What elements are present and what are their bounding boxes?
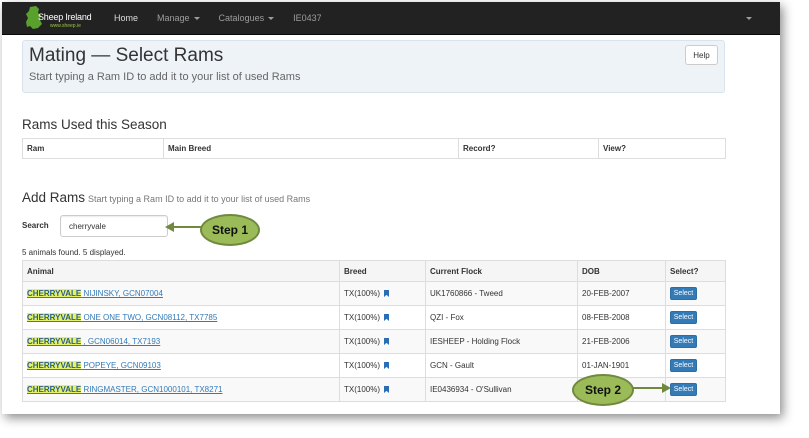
step2-arrow-line [633, 387, 663, 389]
search-highlight: CHERRYVALE [27, 289, 82, 298]
animal-name: RINGMASTER, GCN1000101, TX8271 [81, 385, 223, 394]
step1-arrow-line [173, 226, 201, 228]
breed-value: TX(100%) [344, 289, 381, 298]
breed-value: TX(100%) [344, 361, 381, 370]
search-input[interactable] [60, 215, 168, 237]
table-row: CHERRYVALE , GCN06014, TX7193 TX(100%) I… [22, 329, 726, 354]
add-rams-heading: Add Rams Start typing a Ram ID to add it … [22, 190, 310, 205]
rams-used-title: Rams Used this Season [22, 117, 167, 132]
animal-name: NIJINSKY, GCN07004 [81, 289, 163, 298]
breed-value: TX(100%) [344, 337, 381, 346]
select-button[interactable]: Select [670, 287, 697, 300]
select-button[interactable]: Select [670, 311, 697, 324]
animal-link[interactable]: CHERRYVALE POPEYE, GCN09103 [27, 361, 161, 370]
help-button[interactable]: Help [685, 45, 718, 65]
page-subtitle: Start typing a Ram ID to add it to your … [29, 71, 301, 83]
user-menu-chevron-icon[interactable] [746, 16, 752, 20]
nav-flock-id-label: IE04374 [293, 13, 322, 23]
animal-name: , GCN06014, TX7193 [81, 337, 161, 346]
table-header-row: Ram Main Breed Record? View? [22, 138, 726, 159]
column-header-select: Select? [665, 260, 726, 282]
flock-value: UK1760866 - Tweed [425, 281, 578, 306]
step2-arrow-head [662, 383, 671, 393]
results-count: 5 animals found. 5 displayed. [22, 248, 126, 257]
bookmark-icon [384, 362, 390, 369]
brand-logo[interactable]: Sheep Ireland www.sheep.ie [10, 2, 110, 35]
search-highlight: CHERRYVALE [27, 337, 82, 346]
page-title: Mating — Select Rams [29, 45, 224, 66]
brand-name: Sheep Ireland [38, 11, 92, 22]
rams-used-table: Ram Main Breed Record? View? [22, 138, 726, 159]
column-header-animal: Animal [22, 260, 340, 282]
column-header-breed: Breed [339, 260, 426, 282]
dob-value: 08-FEB-2008 [577, 305, 666, 330]
animal-link[interactable]: CHERRYVALE , GCN06014, TX7193 [27, 337, 160, 346]
chevron-down-icon [268, 16, 275, 20]
animal-link[interactable]: CHERRYVALE ONE ONE TWO, GCN08112, TX7785 [27, 313, 217, 322]
add-rams-subtitle: Start typing a Ram ID to add it to your … [88, 194, 311, 204]
column-header-ram: Ram [22, 138, 164, 159]
chevron-down-icon [193, 16, 200, 20]
flock-value: GCN - Gault [425, 353, 578, 378]
select-button[interactable]: Select [670, 359, 697, 372]
search-highlight: CHERRYVALE [27, 313, 82, 322]
brand-url: www.sheep.ie [50, 22, 81, 29]
bookmark-icon [384, 338, 390, 345]
table-row: CHERRYVALE NIJINSKY, GCN07004 TX(100%) U… [22, 281, 726, 306]
column-header-main-breed: Main Breed [163, 138, 459, 159]
page-header-panel: Mating — Select Rams Start typing a Ram … [22, 40, 725, 93]
breed-value: TX(100%) [344, 313, 381, 322]
column-header-dob: DOB [577, 260, 666, 282]
search-label: Search [22, 221, 49, 230]
nav-catalogues-label: Catalogues [218, 13, 265, 23]
animal-name: ONE ONE TWO, GCN08112, TX7785 [81, 313, 218, 322]
column-header-current-flock: Current Flock [425, 260, 578, 282]
animal-link[interactable]: CHERRYVALE RINGMASTER, GCN1000101, TX827… [27, 385, 222, 394]
step2-callout: Step 2 [572, 374, 634, 406]
animal-name: POPEYE, GCN09103 [81, 361, 161, 370]
flock-value: QZI - Fox [425, 305, 578, 330]
breed-value: TX(100%) [344, 385, 381, 394]
flock-value: IE0436934 - O'Sullivan [425, 377, 578, 402]
nav-catalogues[interactable]: Catalogues [219, 13, 275, 23]
table-header-row: Animal Breed Current Flock DOB Select? [22, 260, 726, 282]
app-window: Sheep Ireland www.sheep.ie Home Manage C… [2, 2, 780, 414]
search-highlight: CHERRYVALE [27, 361, 82, 370]
dob-value: 01-JAN-1901 [577, 353, 666, 378]
nav-home[interactable]: Home [114, 13, 138, 23]
rams-used-heading: Rams Used this Season [22, 117, 167, 132]
top-navbar: Sheep Ireland www.sheep.ie Home Manage C… [2, 2, 780, 35]
select-button[interactable]: Select [670, 335, 697, 348]
nav-home-label: Home [114, 13, 139, 23]
search-highlight: CHERRYVALE [27, 385, 82, 394]
select-button[interactable]: Select [670, 383, 697, 396]
bookmark-icon [384, 386, 390, 393]
table-row: CHERRYVALE ONE ONE TWO, GCN08112, TX7785… [22, 305, 726, 330]
animal-link[interactable]: CHERRYVALE NIJINSKY, GCN07004 [27, 289, 163, 298]
column-header-record: Record? [458, 138, 599, 159]
dob-value: 20-FEB-2007 [577, 281, 666, 306]
nav-flock-id[interactable]: IE04374 [293, 13, 321, 23]
column-header-view: View? [598, 138, 726, 159]
flock-value: IESHEEP - Holding Flock [425, 329, 578, 354]
bookmark-icon [384, 290, 390, 297]
nav-manage-label: Manage [157, 13, 190, 23]
nav-manage[interactable]: Manage [157, 13, 200, 23]
add-rams-title: Add Rams [22, 190, 86, 205]
table-row: CHERRYVALE POPEYE, GCN09103 TX(100%) GCN… [22, 353, 726, 378]
dob-value: 21-FEB-2006 [577, 329, 666, 354]
bookmark-icon [384, 314, 390, 321]
step1-callout: Step 1 [200, 214, 260, 246]
